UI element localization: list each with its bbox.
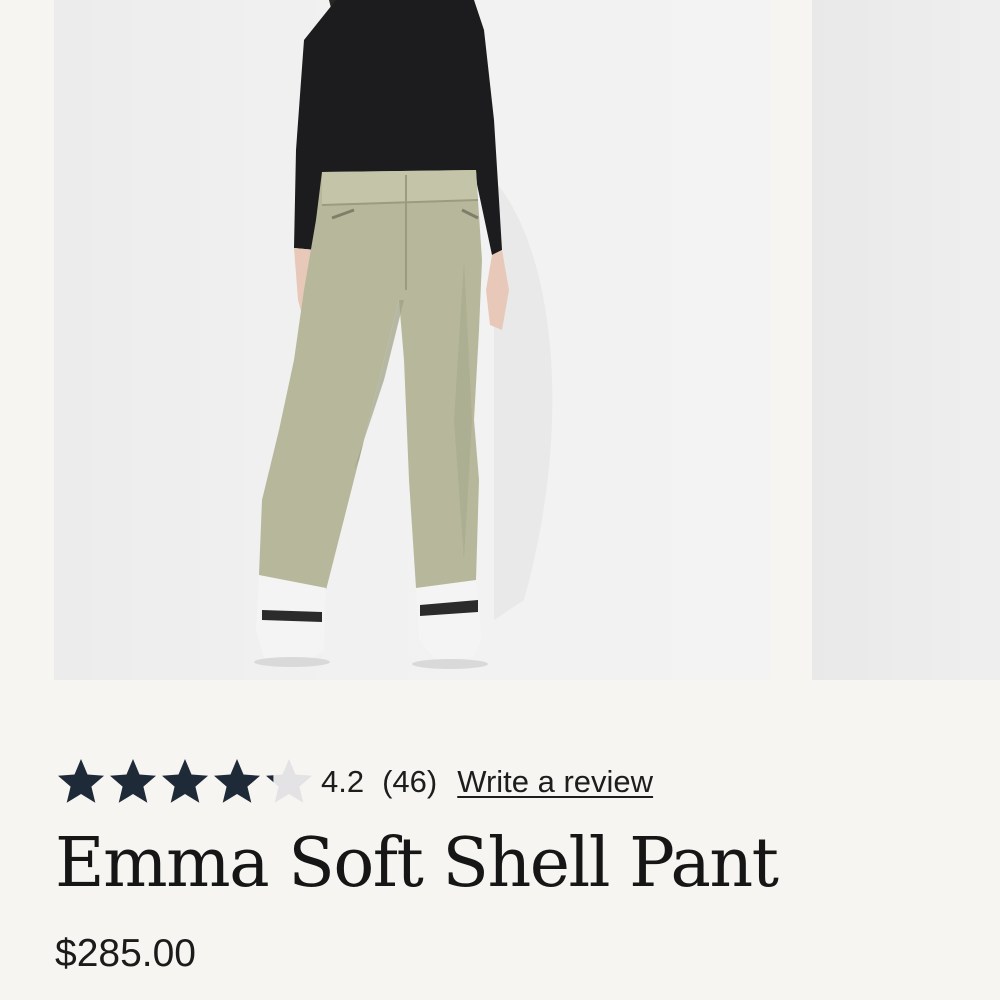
- star-rating[interactable]: [55, 752, 315, 812]
- star-icon: [266, 759, 312, 803]
- write-review-link[interactable]: Write a review: [457, 764, 653, 800]
- product-image-next[interactable]: [812, 0, 1000, 680]
- rating-row: 4.2 (46) Write a review: [55, 752, 955, 812]
- review-count: (46): [382, 764, 438, 799]
- star-icon: [214, 759, 260, 803]
- product-price: $285.00: [55, 932, 196, 975]
- model-photo: [254, 0, 553, 669]
- star-icon: [162, 759, 208, 803]
- product-image-main[interactable]: [54, 0, 770, 680]
- star-icon: [58, 759, 104, 803]
- product-image-gallery[interactable]: [0, 0, 1000, 680]
- star-icon: [110, 759, 156, 803]
- product-title: Emma Soft Shell Pant: [55, 824, 779, 903]
- rating-value: 4.2: [321, 764, 365, 799]
